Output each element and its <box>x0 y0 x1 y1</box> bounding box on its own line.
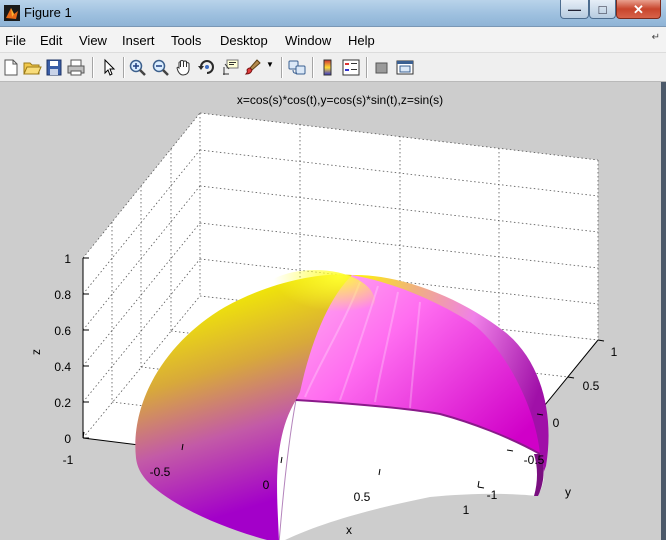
pan-hand-icon[interactable] <box>174 58 194 77</box>
matlab-logo-icon <box>4 5 20 21</box>
menu-insert[interactable]: Insert <box>122 33 155 48</box>
z-tick-label: 0.2 <box>54 396 71 410</box>
y-tick-label: 0.5 <box>583 379 600 393</box>
title-bar: Figure 1 — □ ✕ <box>0 0 666 27</box>
y-axis-label: y <box>565 485 571 499</box>
close-button[interactable]: ✕ <box>616 0 661 19</box>
menu-view[interactable]: View <box>79 33 107 48</box>
menu-overflow-arrow-icon[interactable]: ↵ <box>652 32 660 43</box>
colorbar-icon[interactable] <box>318 58 338 77</box>
y-tick-label: -1 <box>487 488 498 502</box>
x-tick-label: 0.5 <box>354 490 371 504</box>
y-tick-label: 1 <box>611 345 618 359</box>
z-tick-label: 0.4 <box>54 360 71 374</box>
y-tick-label: -0.5 <box>524 453 545 467</box>
minimize-button[interactable]: — <box>560 0 589 19</box>
surface-plot[interactable]: x=cos(s)*cos(t),y=cos(s)*sin(t),z=sin(s) <box>0 82 661 540</box>
link-plot-icon[interactable] <box>287 58 307 77</box>
maximize-button[interactable]: □ <box>589 0 616 19</box>
new-figure-icon[interactable] <box>1 58 21 77</box>
menu-tools[interactable]: Tools <box>171 33 201 48</box>
brush-dropdown-arrow-icon[interactable]: ▼ <box>266 60 274 79</box>
menu-help[interactable]: Help <box>348 33 375 48</box>
dome-highlight <box>255 270 375 334</box>
zoom-in-icon[interactable] <box>128 58 148 77</box>
z-axis-label: z <box>29 349 43 355</box>
x-axis-label: x <box>346 523 352 537</box>
figure-canvas[interactable]: x=cos(s)*cos(t),y=cos(s)*sin(t),z=sin(s) <box>0 82 661 540</box>
x-tick-label: 1 <box>463 503 470 517</box>
toolbar-separator <box>92 57 94 78</box>
toolbar-separator <box>123 57 125 78</box>
menu-window[interactable]: Window <box>285 33 331 48</box>
save-icon[interactable] <box>44 58 64 77</box>
zoom-out-icon[interactable] <box>151 58 171 77</box>
rotate-3d-icon[interactable] <box>197 58 217 77</box>
data-cursor-icon[interactable] <box>220 58 240 77</box>
x-tick-label: 0 <box>263 478 270 492</box>
menu-file[interactable]: File <box>5 33 26 48</box>
legend-icon[interactable] <box>341 58 361 77</box>
menu-edit[interactable]: Edit <box>40 33 62 48</box>
brush-icon[interactable] <box>243 58 263 77</box>
menu-desktop[interactable]: Desktop <box>220 33 268 48</box>
show-plot-tools-icon[interactable] <box>395 58 415 77</box>
toolbar-separator <box>366 57 368 78</box>
maximize-icon: □ <box>598 2 607 17</box>
z-tick-label: 0.6 <box>54 324 71 338</box>
toolbar-separator <box>312 57 314 78</box>
edit-plot-arrow-icon[interactable] <box>98 58 118 77</box>
close-icon: ✕ <box>633 2 644 17</box>
z-tick-label: 1 <box>64 252 71 266</box>
minimize-icon: — <box>568 2 581 17</box>
window-right-border <box>661 82 666 540</box>
z-tick-label: 0.8 <box>54 288 71 302</box>
window-title: Figure 1 <box>24 5 72 20</box>
open-file-icon[interactable] <box>22 58 42 77</box>
figure-toolbar: ▼ <box>0 53 666 82</box>
x-tick-label: -1 <box>63 453 74 467</box>
z-tick-label: 0 <box>64 432 71 446</box>
toolbar-separator <box>281 57 283 78</box>
menu-bar: File Edit View Insert Tools Desktop Wind… <box>0 27 666 53</box>
y-tick-label: 0 <box>553 416 560 430</box>
x-tick-label: -0.5 <box>150 465 171 479</box>
hide-plot-tools-icon[interactable] <box>372 58 392 77</box>
print-icon[interactable] <box>66 58 86 77</box>
z-axis: 0 0.2 0.4 0.6 0.8 1 z <box>29 252 89 446</box>
plot-title: x=cos(s)*cos(t),y=cos(s)*sin(t),z=sin(s) <box>237 93 443 107</box>
